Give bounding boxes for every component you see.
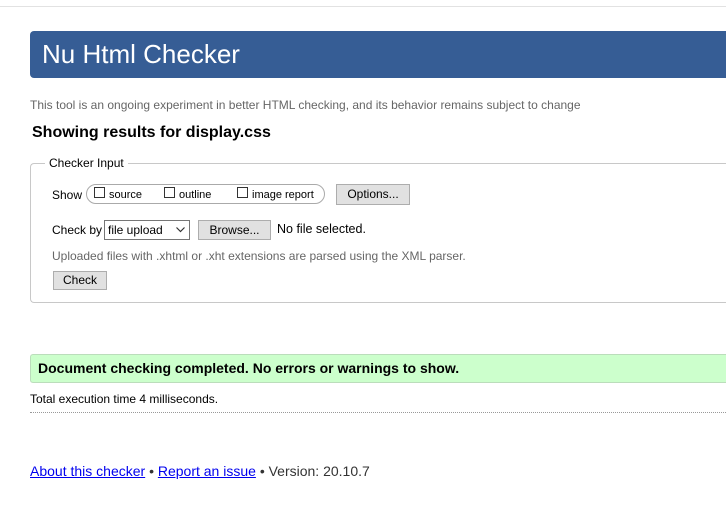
check-by-label: Check by [52, 223, 103, 237]
footer-separator: • [149, 463, 154, 479]
execution-time: Total execution time 4 milliseconds. [30, 392, 219, 406]
check-button[interactable]: Check [53, 271, 107, 290]
footer: About this checker • Report an issue • V… [30, 463, 370, 479]
options-button[interactable]: Options... [336, 184, 410, 205]
check-by-select[interactable]: file upload [104, 220, 190, 240]
image-report-checkbox-label[interactable]: image report [252, 189, 314, 201]
footer-separator: • [259, 463, 265, 479]
file-status: No file selected. [277, 222, 366, 236]
success-message: Document checking completed. No errors o… [30, 354, 726, 383]
checker-input-legend: Checker Input [45, 156, 128, 170]
browse-button[interactable]: Browse... [198, 220, 271, 240]
show-label: Show [52, 188, 83, 202]
check-by-select-value: file upload [108, 223, 163, 237]
chevron-down-icon [176, 227, 185, 233]
footer-divider [30, 412, 726, 413]
xml-parser-note: Uploaded files with .xhtml or .xht exten… [52, 249, 466, 263]
top-divider [0, 6, 726, 7]
report-issue-link[interactable]: Report an issue [158, 463, 256, 479]
outline-checkbox[interactable] [164, 187, 175, 198]
version-text: Version: 20.10.7 [268, 463, 370, 479]
outline-checkbox-label[interactable]: outline [179, 189, 211, 201]
about-link[interactable]: About this checker [30, 463, 145, 479]
source-checkbox-label[interactable]: source [109, 189, 142, 201]
tagline: This tool is an ongoing experiment in be… [30, 98, 581, 112]
results-heading: Showing results for display.css [32, 124, 271, 141]
page-header: Nu Html Checker [30, 31, 726, 78]
source-checkbox[interactable] [94, 187, 105, 198]
app-title: Nu Html Checker [42, 39, 240, 69]
image-report-checkbox[interactable] [237, 187, 248, 198]
